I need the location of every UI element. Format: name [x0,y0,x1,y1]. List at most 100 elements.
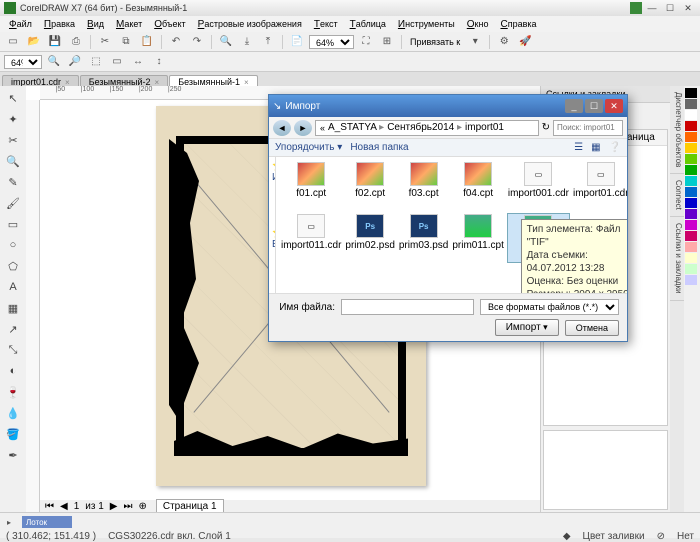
zoom-select[interactable]: 64% [309,35,354,49]
effects-tool[interactable]: ◐ [2,361,24,381]
menu-Таблица[interactable]: Таблица [345,18,391,31]
connector-tool[interactable]: ⤡ [2,340,24,360]
open-icon[interactable]: 📂 [25,33,43,51]
vtab[interactable]: Диспетчер объектов [670,86,684,174]
eyedropper-tool[interactable]: 💧 [2,403,24,423]
file-item[interactable]: f01.cpt [280,161,342,211]
launch-icon[interactable]: 🚀 [516,33,534,51]
organize-menu[interactable]: Упорядочить ▾ [275,142,342,153]
menu-Правка[interactable]: Правка [39,18,80,31]
publish-icon[interactable]: 📄 [288,33,306,51]
color-swatch[interactable] [685,198,697,208]
transparency-tool[interactable]: 🍷 [2,382,24,402]
search-icon[interactable]: 🔍 [217,33,235,51]
nav-back-button[interactable]: ◄ [273,120,291,136]
zoom-width-icon[interactable]: ↔ [129,53,147,71]
zoom-out-icon[interactable]: 🔎 [66,53,84,71]
paste-icon[interactable]: 📋 [138,33,156,51]
file-item[interactable]: f02.cpt [344,161,395,211]
menu-Окно[interactable]: Окно [462,18,494,31]
pick-tool[interactable]: ↖ [2,88,24,108]
color-swatch[interactable] [685,99,697,109]
filter-select[interactable]: Все форматы файлов (*.*) [480,299,619,315]
polygon-tool[interactable]: ⬠ [2,256,24,276]
shape-tool[interactable]: ✦ [2,109,24,129]
tray-label[interactable]: Лоток [22,516,72,528]
file-item[interactable]: f03.cpt [398,161,449,211]
copy-icon[interactable]: ⧉ [117,33,135,51]
zoom-select-2[interactable]: 64% [4,55,42,69]
help-icon[interactable]: ❔ [609,142,621,153]
zoom-tool[interactable]: 🔍 [2,151,24,171]
status-fill-icon[interactable]: ◆ [563,531,571,542]
close-button[interactable]: ✕ [680,2,696,14]
zoom-fit-icon[interactable]: ⬚ [87,53,105,71]
file-item[interactable]: ▭import011.cdr [280,213,342,263]
import-icon[interactable]: ⤓ [238,33,256,51]
vtab[interactable]: Ссылки и закладки [670,217,684,301]
newfolder-button[interactable]: Новая папка [350,142,408,153]
crop-tool[interactable]: ✂ [2,130,24,150]
color-swatch[interactable] [685,242,697,252]
fill-tool[interactable]: 🪣 [2,424,24,444]
zoom-in-icon[interactable]: 🔍 [45,53,63,71]
color-swatch[interactable] [685,132,697,142]
folder-tree[interactable]: ⭐ ИзбранноеЗагрузкиНедавние местаРабочий… [269,157,276,293]
ruler-icon[interactable]: ⊞ [378,33,396,51]
page-prev-icon[interactable]: ◀ [58,501,70,512]
import-button[interactable]: Импорт ▾ [495,319,559,336]
dialog-minimize-button[interactable]: _ [565,99,583,113]
file-item[interactable]: ▭import001.cdr [507,161,570,211]
page-add-icon[interactable]: ⊕ [136,501,148,512]
filename-input[interactable] [341,299,474,315]
color-swatch[interactable] [685,187,697,197]
dimension-tool[interactable]: ↗ [2,319,24,339]
menu-Объект[interactable]: Объект [149,18,190,31]
artistic-tool[interactable]: 🖌 [2,193,24,213]
color-swatch[interactable] [685,220,697,230]
file-list[interactable]: f01.cptf02.cptf03.cptf04.cpt▭import001.c… [276,157,627,293]
color-swatch[interactable] [685,165,697,175]
page-next-icon[interactable]: ▶ [108,501,120,512]
file-item[interactable]: ▭import01.cdr [572,161,627,211]
fullscreen-icon[interactable]: ⛶ [357,33,375,51]
undo-icon[interactable]: ↶ [167,33,185,51]
snap-label[interactable]: Привязать к [407,36,463,48]
cut-icon[interactable]: ✂ [96,33,114,51]
view-mode-icon[interactable]: ▦ [591,142,600,153]
minimize-button[interactable]: — [644,2,660,14]
maximize-button[interactable]: ☐ [662,2,678,14]
menu-Справка[interactable]: Справка [495,18,541,31]
breadcrumb[interactable]: « A_STATYAСентябрь2014import01 [315,120,539,136]
color-swatch[interactable] [685,209,697,219]
rectangle-tool[interactable]: ▭ [2,214,24,234]
color-swatch[interactable] [685,176,697,186]
file-item[interactable]: Psprim02.psd [344,213,395,263]
color-swatch[interactable] [685,264,697,274]
menu-Вид[interactable]: Вид [82,18,109,31]
dialog-close-button[interactable]: ✕ [605,99,623,113]
color-swatch[interactable] [685,154,697,164]
color-swatch[interactable] [685,88,697,98]
view-icon[interactable]: ☰ [574,142,583,153]
nav-fwd-button[interactable]: ► [294,120,312,136]
refresh-icon[interactable]: ↻ [542,122,550,133]
file-item[interactable]: f04.cpt [451,161,505,211]
snap-dropdown-icon[interactable]: ▾ [466,33,484,51]
text-tool[interactable]: A [2,277,24,297]
zoom-page-icon[interactable]: ▭ [108,53,126,71]
print-icon[interactable]: ⎙ [67,33,85,51]
freehand-tool[interactable]: ✎ [2,172,24,192]
menu-Инструменты[interactable]: Инструменты [393,18,460,31]
save-icon[interactable]: 💾 [46,33,64,51]
color-swatch[interactable] [685,143,697,153]
cancel-button[interactable]: Отмена [565,320,619,336]
new-icon[interactable]: ▭ [4,33,22,51]
zoom-height-icon[interactable]: ↕ [150,53,168,71]
page-tab[interactable]: Страница 1 [156,499,224,513]
color-swatch[interactable] [685,231,697,241]
redo-icon[interactable]: ↷ [188,33,206,51]
file-item[interactable]: prim011.cpt [451,213,505,263]
color-swatch[interactable] [685,121,697,131]
color-swatch[interactable] [685,110,697,120]
